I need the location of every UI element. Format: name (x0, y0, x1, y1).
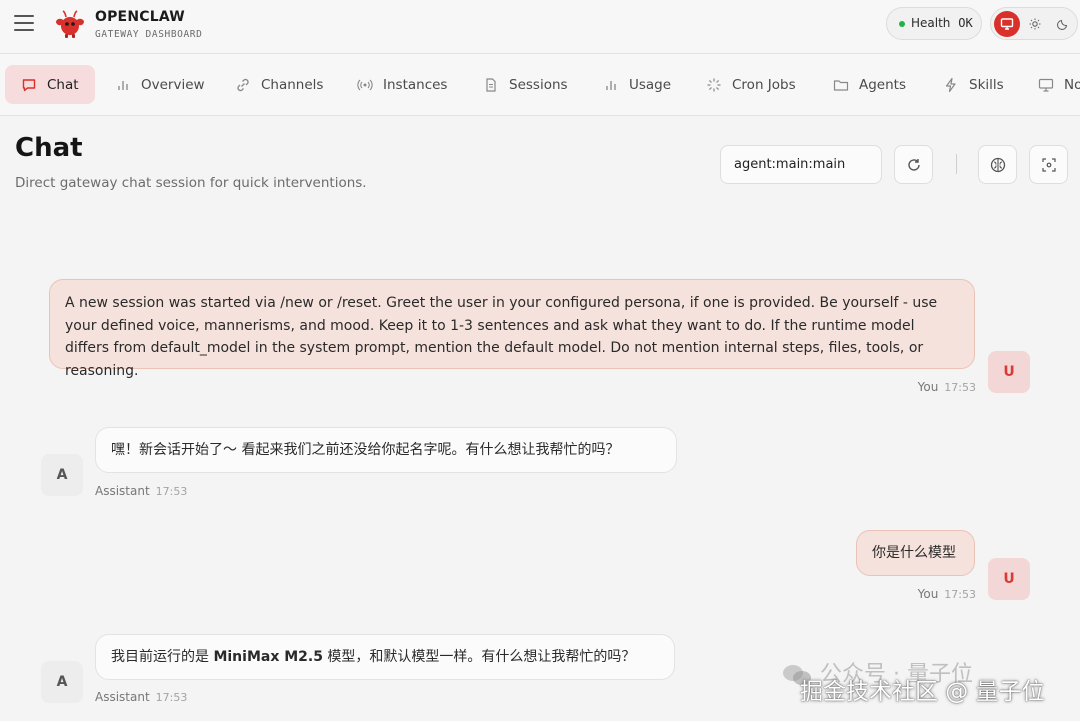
health-dot-icon (899, 21, 905, 27)
theme-light-sun-icon[interactable] (1022, 11, 1048, 37)
radio-broadcast-icon (357, 77, 373, 93)
brain-icon (990, 157, 1005, 172)
top-bar: OPENCLAW GATEWAY DASHBOARD Health OK (0, 0, 1080, 54)
user-avatar: U (988, 558, 1030, 600)
page-subtitle: Direct gateway chat session for quick in… (15, 175, 367, 191)
focus-mode-button[interactable] (1029, 145, 1068, 184)
document-icon (483, 77, 499, 93)
tab-skills[interactable]: Skills (943, 65, 1004, 104)
bar-chart-icon (603, 77, 619, 93)
assistant-message-bubble: 嘿！新会话开始了～ 看起来我们之前还没给你起名字呢。有什么想让我帮忙的吗？ (95, 427, 677, 473)
thinking-toggle-button[interactable] (978, 145, 1017, 184)
tab-label: Overview (141, 76, 205, 93)
refresh-icon (907, 158, 920, 171)
theme-switcher (990, 7, 1078, 40)
lightning-icon (943, 77, 959, 93)
tab-instances[interactable]: Instances (357, 65, 447, 104)
tab-cron-jobs[interactable]: Cron Jobs (706, 65, 796, 104)
tab-nodes[interactable]: No (1038, 65, 1080, 104)
health-status-text: OK (958, 16, 973, 30)
bar-chart-icon (115, 77, 131, 93)
brand-subtitle: GATEWAY DASHBOARD (95, 29, 203, 40)
tab-label: Chat (47, 76, 79, 93)
message-time: 17:53 (944, 588, 976, 601)
tab-overview[interactable]: Overview (115, 65, 205, 104)
user-message-bubble: A new session was started via /new or /r… (49, 279, 975, 379)
watermark-line-2: 掘金技术社区 @ 量子位 (800, 679, 1045, 705)
tab-label: Usage (629, 76, 672, 93)
tab-label: Cron Jobs (732, 76, 796, 93)
model-name: MiniMax M2.5 (213, 649, 323, 665)
tab-usage[interactable]: Usage (603, 65, 671, 104)
message-sender: You (917, 587, 939, 601)
tab-label: No (1064, 76, 1080, 93)
toolbar-divider (956, 154, 957, 174)
message-meta: You 17:53 (870, 587, 976, 601)
focus-icon (1041, 157, 1056, 172)
tab-label: Skills (969, 76, 1004, 93)
brand-title: OPENCLAW (95, 9, 185, 25)
user-message-bubble: 你是什么模型 (856, 530, 975, 576)
link-icon (235, 77, 251, 93)
message-sender: Assistant (95, 690, 150, 704)
tab-sessions[interactable]: Sessions (483, 65, 568, 104)
health-label: Health (911, 16, 951, 30)
message-time: 17:53 (155, 691, 188, 704)
monitor-icon (1038, 77, 1054, 93)
tab-channels[interactable]: Channels (235, 65, 323, 104)
tab-label: Agents (859, 76, 906, 93)
tab-agents[interactable]: Agents (833, 65, 906, 104)
folder-icon (833, 77, 849, 93)
tab-label: Instances (383, 76, 448, 93)
message-text: 模型，和默认模型一样。有什么想让我帮忙的吗？ (322, 649, 636, 665)
chat-bubble-icon (21, 77, 37, 93)
assistant-avatar: A (41, 454, 83, 496)
message-meta: Assistant 17:53 (95, 484, 187, 498)
message-time: 17:53 (155, 485, 188, 498)
page-title: Chat (15, 133, 83, 163)
tab-chat[interactable]: Chat (5, 65, 95, 104)
refresh-button[interactable] (894, 145, 933, 184)
session-key-input[interactable] (720, 145, 882, 184)
main-nav: Chat Overview Channels Instances Session… (0, 54, 1080, 116)
assistant-avatar: A (41, 661, 83, 703)
message-time: 17:53 (944, 381, 976, 394)
loader-icon (706, 77, 722, 93)
tab-label: Sessions (509, 76, 568, 93)
message-sender: Assistant (95, 484, 150, 498)
theme-dark-moon-icon[interactable] (1050, 11, 1076, 37)
hamburger-menu-icon[interactable] (14, 15, 34, 31)
message-meta: Assistant 17:53 (95, 690, 187, 704)
health-status-badge[interactable]: Health OK (886, 7, 982, 40)
user-avatar: U (988, 351, 1030, 393)
theme-system-monitor-icon[interactable] (994, 11, 1020, 37)
openclaw-logo-icon (54, 8, 86, 40)
message-meta: You 17:53 (870, 380, 976, 394)
message-sender: You (917, 380, 939, 394)
message-text: 我目前运行的是 (111, 649, 214, 665)
assistant-message-bubble: 我目前运行的是 MiniMax M2.5 模型，和默认模型一样。有什么想让我帮忙… (95, 634, 675, 680)
tab-label: Channels (261, 76, 324, 93)
